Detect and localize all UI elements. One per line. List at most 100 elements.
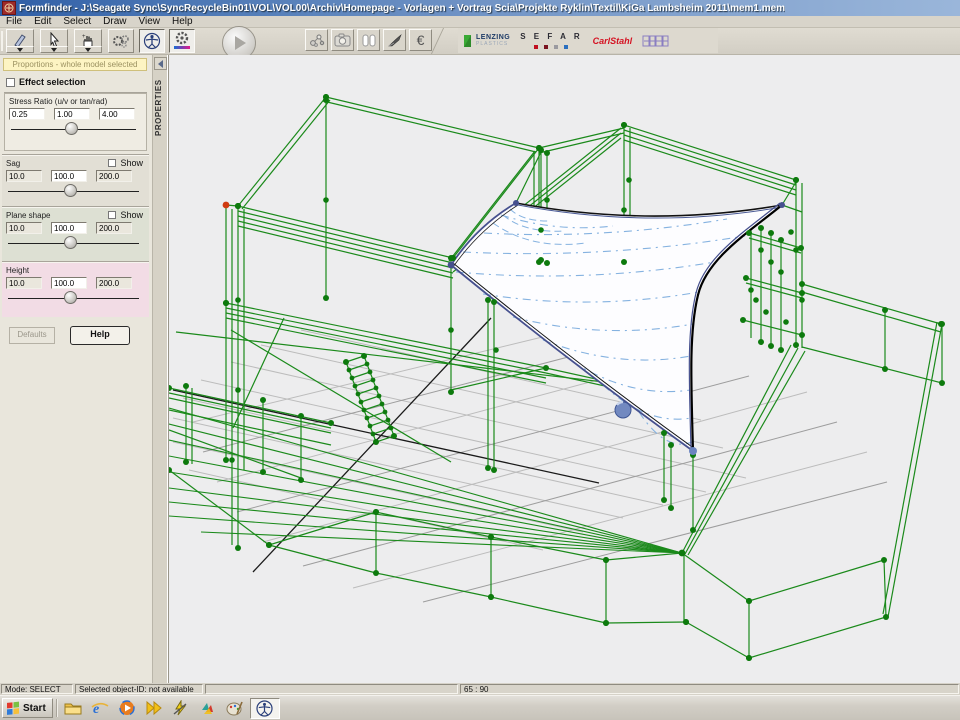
taskbar-formfinder-active[interactable]: [250, 698, 280, 719]
carlstahl-logo: CarlStahl: [593, 36, 633, 46]
sag-slider[interactable]: [6, 183, 145, 199]
height-group: Height: [2, 262, 149, 317]
green-wireframe: [169, 97, 942, 658]
collapse-panel-button[interactable]: [154, 57, 167, 70]
analysis-button[interactable]: [305, 29, 328, 51]
window-title: Formfinder - J:\Seagate Sync\SyncRecycle…: [19, 3, 785, 14]
sag-group: Sag Show: [2, 155, 149, 207]
sag-max-field[interactable]: [96, 170, 132, 182]
height-slider[interactable]: [6, 290, 145, 306]
stress-slider-thumb[interactable]: [65, 122, 78, 135]
play-icon: [235, 36, 246, 50]
stress-max-field[interactable]: [99, 108, 135, 120]
start-label: Start: [23, 703, 46, 714]
snapshot-button[interactable]: [331, 29, 354, 51]
quicklaunch-flash-pen[interactable]: [169, 698, 193, 719]
status-object-id: Selected object-ID: not available: [75, 684, 203, 694]
pen-icon: [387, 33, 403, 48]
membrane-button[interactable]: [357, 29, 380, 51]
taskbar: Start e: [0, 695, 960, 720]
sag-show-row: Show: [108, 158, 143, 168]
menu-file[interactable]: File: [0, 16, 28, 28]
height-max-field[interactable]: [96, 277, 132, 289]
viewport[interactable]: [168, 55, 960, 683]
plane-show-row: Show: [108, 210, 143, 220]
lenzing-logo-icon: [464, 35, 473, 47]
sag-mid-field[interactable]: [51, 170, 87, 182]
help-button[interactable]: Help: [70, 326, 130, 345]
euro-icon: €: [417, 32, 425, 48]
plane-show-checkbox[interactable]: [108, 211, 116, 219]
panel-header: Proportions - whole model selected: [3, 58, 147, 71]
height-min-field[interactable]: [6, 277, 42, 289]
quicklaunch-internet-explorer[interactable]: e: [88, 698, 112, 719]
transform-button[interactable]: [108, 29, 134, 53]
settings-gear-icon: [173, 31, 191, 51]
effect-selection-label: Effect selection: [19, 77, 86, 87]
menu-help[interactable]: Help: [166, 16, 199, 28]
height-mid-field[interactable]: [51, 277, 87, 289]
pencil-dropdown[interactable]: [6, 46, 34, 53]
menu-view[interactable]: View: [133, 16, 167, 28]
windows-logo-icon: [6, 701, 20, 715]
stress-mid-field[interactable]: [54, 108, 90, 120]
molecule-icon: [309, 33, 325, 47]
plane-show-label: Show: [120, 210, 143, 220]
title-bar: Formfinder - J:\Seagate Sync\SyncRecycle…: [0, 0, 960, 16]
defaults-button[interactable]: Defaults: [9, 327, 55, 344]
plane-max-field[interactable]: [96, 222, 132, 234]
menu-edit[interactable]: Edit: [28, 16, 57, 28]
plane-mid-field[interactable]: [51, 222, 87, 234]
status-bar: Mode: SELECT Selected object-ID: not ava…: [0, 683, 960, 695]
ground-grid: [173, 330, 887, 602]
height-slider-thumb[interactable]: [64, 291, 77, 304]
shapes-icon: [199, 700, 216, 716]
cost-button[interactable]: €: [409, 29, 432, 51]
plane-min-field[interactable]: [6, 222, 42, 234]
sag-show-checkbox[interactable]: [108, 159, 116, 167]
formfinder-icon: [256, 700, 273, 717]
menu-select[interactable]: Select: [57, 16, 97, 28]
lenzing-logo: LENZINGPLASTICS: [464, 35, 510, 47]
sag-min-field[interactable]: [6, 170, 42, 182]
membrane-roll-icon: [361, 33, 377, 48]
menu-draw[interactable]: Draw: [97, 16, 132, 28]
sefar-logo: S E F A R: [520, 32, 582, 49]
effect-selection-checkbox[interactable]: [6, 78, 15, 87]
height-label: Height: [6, 266, 145, 275]
quicklaunch-shapes[interactable]: [196, 698, 220, 719]
properties-tab[interactable]: PROPERTIES: [154, 73, 167, 143]
stress-ratio-slider[interactable]: [9, 121, 142, 137]
double-arrow-icon: [145, 700, 163, 716]
viewport-canvas[interactable]: [169, 55, 960, 683]
formfinder-mode-button[interactable]: [139, 29, 165, 53]
plane-shape-group: Plane shape Show: [2, 207, 149, 262]
folder-icon: [64, 701, 82, 715]
properties-tab-strip: PROPERTIES: [153, 55, 168, 683]
app-icon: [2, 1, 16, 15]
quicklaunch-folder[interactable]: [61, 698, 85, 719]
quicklaunch-double-arrow[interactable]: [142, 698, 166, 719]
effect-selection-row: Effect selection: [6, 76, 146, 88]
select-dropdown[interactable]: [40, 46, 68, 53]
quicklaunch-palette[interactable]: [223, 698, 247, 719]
flash-pen-icon: [172, 700, 189, 716]
taskbar-separator: [56, 699, 58, 717]
plane-shape-slider[interactable]: [6, 235, 145, 251]
status-mode: Mode: SELECT: [1, 684, 73, 694]
annotate-button[interactable]: [383, 29, 406, 51]
media-player-icon: [119, 700, 135, 716]
palette-icon: [226, 700, 243, 716]
start-button[interactable]: Start: [2, 698, 53, 718]
quicklaunch-media-player[interactable]: [115, 698, 139, 719]
status-coords: 65 : 90: [460, 684, 959, 694]
plane-slider-thumb[interactable]: [64, 236, 77, 249]
internet-explorer-icon: e: [91, 700, 109, 716]
stress-min-field[interactable]: [9, 108, 45, 120]
settings-button[interactable]: [169, 29, 195, 53]
pan-dropdown[interactable]: [74, 46, 102, 53]
sag-slider-thumb[interactable]: [64, 184, 77, 197]
partner-logo-outline: [642, 34, 672, 48]
properties-panel: Proportions - whole model selected Effec…: [0, 55, 153, 683]
status-empty: [205, 684, 458, 694]
